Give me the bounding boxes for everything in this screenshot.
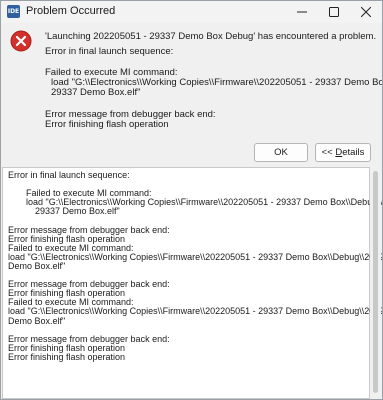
- problem-dialog-window: IDE Problem Occurred 'Launching 20220505…: [0, 0, 383, 400]
- error-icon: [10, 30, 32, 52]
- details-scrollbar[interactable]: [370, 167, 381, 397]
- window-title: Problem Occurred: [26, 5, 116, 17]
- problem-message: 'Launching 202205051 - 29337 Demo Box De…: [45, 31, 377, 42]
- details-text-area[interactable]: Error in final launch sequence: Failed t…: [2, 167, 382, 399]
- app-icon: IDE: [7, 5, 20, 18]
- minimize-icon: [297, 11, 307, 13]
- minimize-button[interactable]: [286, 1, 318, 23]
- maximize-icon: [329, 7, 339, 17]
- details-line: Error finishing flash operation: [8, 351, 126, 362]
- title-bar[interactable]: IDE Problem Occurred: [1, 1, 382, 23]
- maximize-button[interactable]: [318, 1, 350, 23]
- scrollbar-thumb[interactable]: [373, 171, 378, 393]
- close-button[interactable]: [350, 1, 382, 23]
- error-summary-line: 29337 Demo Box.elf": [51, 87, 141, 98]
- ok-button[interactable]: OK: [254, 143, 308, 162]
- details-line: Demo Box.elf": [8, 315, 66, 326]
- error-summary-line: Error finishing flash operation: [45, 119, 169, 130]
- details-line: Demo Box.elf": [8, 260, 66, 271]
- details-prefix: <<: [321, 147, 336, 158]
- details-line: Error in final launch sequence:: [8, 170, 130, 180]
- details-label: etails: [342, 147, 365, 158]
- close-icon: [361, 7, 371, 17]
- details-toggle-button[interactable]: << Details: [315, 143, 371, 162]
- details-line: 29337 Demo Box.elf": [35, 206, 120, 217]
- error-summary-line: Error in final launch sequence:: [45, 46, 174, 57]
- details-content: Error in final launch sequence: Failed t…: [8, 170, 382, 362]
